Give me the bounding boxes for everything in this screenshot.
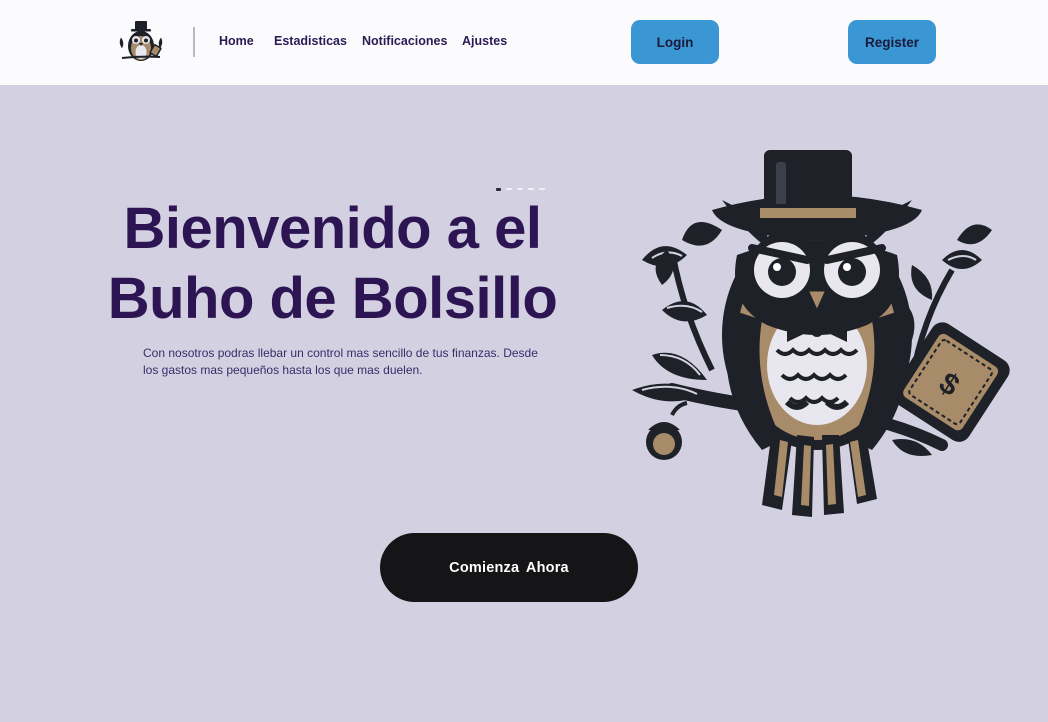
hero-title: Bienvenido a el Buho de Bolsillo (100, 194, 565, 334)
hero-title-line-2: Buho de Bolsillo (107, 266, 558, 331)
owl-logo-icon[interactable] (116, 20, 166, 66)
login-button[interactable]: Login (631, 20, 719, 64)
carousel-dot[interactable] (539, 188, 545, 190)
nav-link-home[interactable]: Home (219, 34, 254, 48)
top-navbar: Home Estadisticas Notificaciones Ajustes… (0, 0, 1048, 85)
owl-top-hat-icon: $ (632, 150, 1010, 517)
carousel-dot[interactable] (517, 188, 523, 190)
nav-link-estadisticas[interactable]: Estadisticas (274, 34, 347, 48)
nav-divider (193, 27, 195, 57)
carousel-indicator[interactable] (496, 188, 545, 191)
nav-link-ajustes[interactable]: Ajustes (462, 34, 507, 48)
carousel-dot[interactable] (528, 188, 534, 190)
start-now-button[interactable]: Comienza Ahora (380, 533, 638, 602)
register-button[interactable]: Register (848, 20, 936, 64)
carousel-dot[interactable] (506, 188, 512, 190)
nav-link-notificaciones[interactable]: Notificaciones (362, 34, 447, 48)
carousel-dot[interactable] (496, 188, 501, 191)
hero-title-line-1: Bienvenido a el (123, 196, 542, 261)
hero-description: Con nosotros podras llebar un control ma… (143, 346, 538, 377)
